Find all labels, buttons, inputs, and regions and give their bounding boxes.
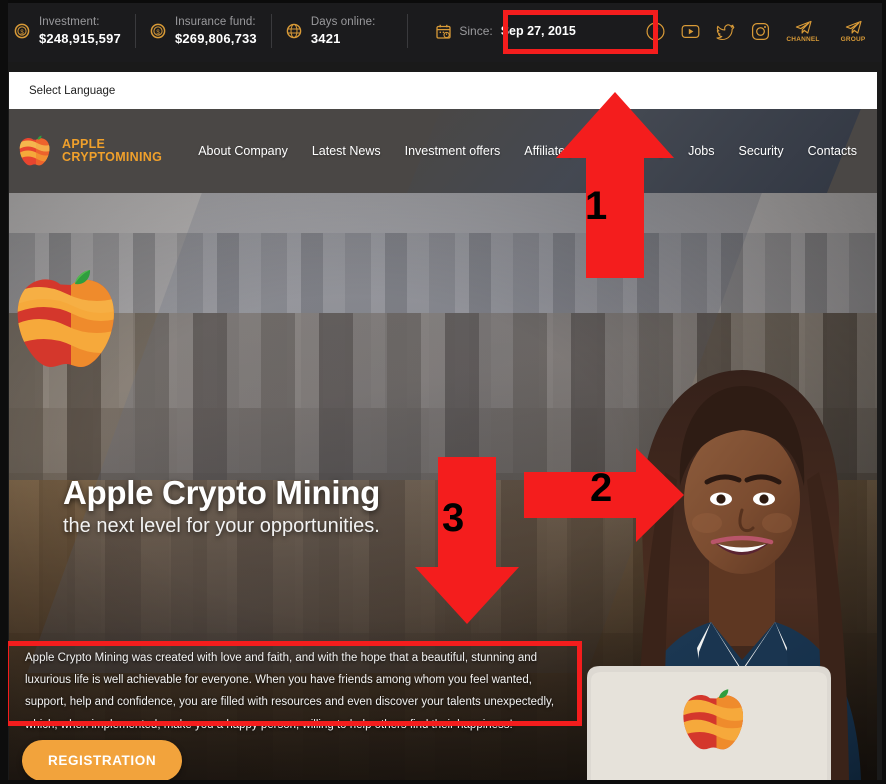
registration-button[interactable]: REGISTRATION <box>22 740 183 780</box>
nav-item-investment-offers[interactable]: Investment offers <box>393 144 513 158</box>
annotation-arrow-3 <box>415 457 519 624</box>
annotation-arrow-1 <box>556 92 674 278</box>
telegram-group-label: GROUP <box>840 35 866 43</box>
site-logo[interactable]: APPLE CRYPTOMINING <box>9 135 186 167</box>
hero-laptop-image <box>577 656 877 780</box>
stat-value: $248,915,597 <box>39 30 121 46</box>
browser-frame-left <box>0 0 8 784</box>
browser-frame-bottom <box>0 780 886 784</box>
since-value: Sep 27, 2015 <box>500 24 576 38</box>
hero-copy: Apple Crypto Mining the next level for y… <box>63 474 380 538</box>
youtube-icon[interactable] <box>681 22 700 41</box>
annotation-arrow-2-label: 2 <box>590 466 613 510</box>
hero-heading: Apple Crypto Mining <box>63 474 380 511</box>
browser-viewport: $ Investment: $248,915,597 $ Insurance f… <box>0 0 886 784</box>
stat-value: $269,806,733 <box>174 30 257 46</box>
coin-icon: $ <box>14 23 30 39</box>
stat-value: 3421 <box>310 30 341 46</box>
hero-subheading: the next level for your opportunities. <box>63 515 380 538</box>
brand-line-1: APPLE <box>62 136 106 151</box>
annotation-arrow-3-label: 3 <box>442 496 465 540</box>
language-select-label: Select Language <box>29 84 116 97</box>
telegram-group-icon[interactable]: GROUP <box>836 20 870 43</box>
twitter-icon[interactable] <box>716 22 735 41</box>
stat-days-online: Days online: 3421 <box>272 0 389 62</box>
hero-paragraph-block: Apple Crypto Mining was created with lov… <box>13 636 583 745</box>
stat-insurance-fund: $ Insurance fund: $269,806,733 <box>136 0 271 62</box>
brand-line-2: CRYPTOMINING <box>62 150 163 164</box>
stat-label: Insurance fund: <box>174 16 256 29</box>
apple-logo-large-icon <box>17 268 125 373</box>
divider <box>407 14 409 48</box>
navigation-bar: APPLE CRYPTOMINING About Company Latest … <box>9 109 877 193</box>
apple-logo-icon <box>19 135 53 167</box>
telegram-channel-icon[interactable]: CHANNEL <box>786 20 820 43</box>
browser-frame-right <box>882 0 886 784</box>
calendar-icon <box>436 24 452 39</box>
since-date: Since: Sep 27, 2015 <box>420 0 591 62</box>
stat-label: Investment: <box>39 16 100 29</box>
hero-paragraph: Apple Crypto Mining was created with lov… <box>25 652 555 731</box>
stat-investment: $ Investment: $248,915,597 <box>0 0 135 62</box>
coin-icon: $ <box>150 23 166 39</box>
site-header: Powered by Google Translate <box>9 109 877 193</box>
annotation-arrow-1-label: 1 <box>585 184 608 228</box>
top-stats-bar: $ Investment: $248,915,597 $ Insurance f… <box>0 0 886 62</box>
instagram-icon[interactable] <box>751 22 770 41</box>
nav-item-latest-news[interactable]: Latest News <box>300 144 393 158</box>
nav-item-about-company[interactable]: About Company <box>186 144 300 158</box>
nav-item-security[interactable]: Security <box>727 144 796 158</box>
globe-icon <box>286 23 302 39</box>
facebook-icon[interactable] <box>646 22 665 41</box>
browser-frame-top <box>0 0 886 3</box>
nav-item-jobs[interactable]: Jobs <box>676 144 726 158</box>
since-label: Since: <box>459 24 493 38</box>
nav-item-contacts[interactable]: Contacts <box>796 144 869 158</box>
telegram-channel-label: CHANNEL <box>786 35 820 43</box>
stat-label: Days online: <box>310 16 376 29</box>
language-select[interactable]: Select Language <box>9 72 877 109</box>
social-links: CHANNEL GROUP <box>646 20 886 43</box>
